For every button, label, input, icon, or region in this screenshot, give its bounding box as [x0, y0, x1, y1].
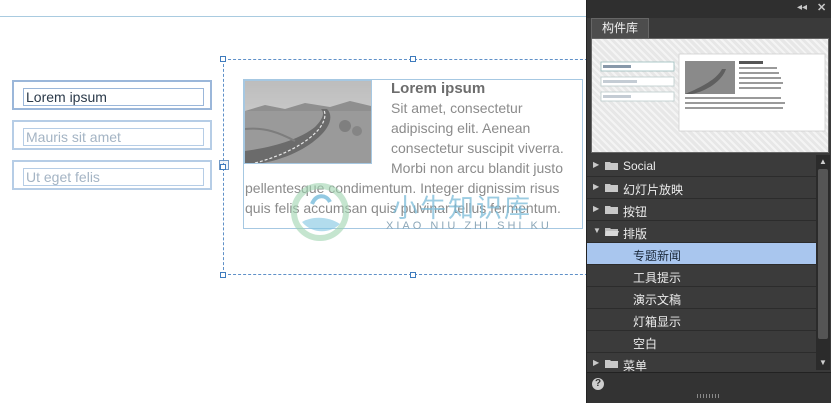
help-icon[interactable]: ?: [592, 378, 604, 390]
tree-item[interactable]: ▶ 幻灯片放映: [587, 177, 816, 199]
tree-item-label: 幻灯片放映: [623, 183, 684, 197]
tab-component-library[interactable]: 构件库: [591, 18, 649, 38]
text-field-3-value[interactable]: Ut eget felis: [23, 168, 204, 186]
watermark-subtitle: XIAO NIU ZHI SHI KU: [386, 220, 552, 232]
panel-footer: ?: [587, 372, 831, 403]
tree-item-label: 工具提示: [633, 271, 682, 285]
text-field-1[interactable]: Lorem ipsum: [12, 80, 212, 110]
component-tree: ▶ Social ▶ 幻灯片放映 ▶ 按钮 ▼ 排版 专题新闻 工具提示 演示文稿 灯箱显示 空白 ▶ 菜单: [587, 155, 816, 375]
close-icon[interactable]: ✕: [817, 1, 826, 14]
expand-arrow-icon[interactable]: ▶: [593, 160, 599, 169]
folder-icon: [605, 360, 618, 368]
folder-icon: [605, 206, 618, 214]
expand-arrow-icon[interactable]: ▶: [593, 204, 599, 213]
tree-item[interactable]: ▼ 排版: [587, 221, 816, 243]
text-field-3[interactable]: Ut eget felis: [12, 160, 212, 190]
tree-item[interactable]: 专题新闻: [587, 243, 816, 265]
text-field-1-value[interactable]: Lorem ipsum: [23, 88, 204, 106]
folder-open-icon: [605, 228, 619, 236]
resize-handle-top[interactable]: [410, 56, 416, 62]
folder-icon: [605, 184, 618, 192]
collapse-icon[interactable]: ◂◂: [797, 2, 807, 13]
tree-item[interactable]: ▶ 按钮: [587, 199, 816, 221]
scroll-thumb[interactable]: [818, 169, 828, 339]
tree-item[interactable]: 灯箱显示: [587, 309, 816, 331]
resize-handle-left[interactable]: [220, 164, 226, 170]
text-field-2[interactable]: Mauris sit amet: [12, 120, 212, 150]
tree-item-label: 排版: [623, 227, 648, 241]
component-preview: [591, 38, 829, 153]
tree-item-label: 空白: [633, 337, 658, 351]
ruler-guide-line: [0, 16, 586, 17]
tree-item-label: 演示文稿: [633, 293, 682, 307]
article-title: Lorem ipsum: [391, 80, 486, 97]
scroll-down-icon[interactable]: ▼: [819, 358, 827, 367]
expand-arrow-icon[interactable]: ▶: [593, 358, 599, 367]
expand-arrow-icon[interactable]: ▶: [593, 182, 599, 191]
panel-header-bar: ◂◂ ✕: [587, 0, 831, 18]
expand-arrow-open-icon[interactable]: ▼: [593, 226, 601, 235]
tree-scrollbar[interactable]: ▲ ▼: [816, 155, 830, 370]
scroll-up-icon[interactable]: ▲: [819, 157, 827, 166]
resize-grip-icon[interactable]: [697, 394, 719, 398]
component-library-panel: ◂◂ ✕ 构件库 ▶ Social ▶ 幻灯片放映 ▶ 按钮 ▼ 排版专题新闻工具提示演示文稿…: [586, 0, 831, 403]
resize-handle-top-left[interactable]: [220, 56, 226, 62]
folder-icon: [605, 162, 618, 170]
article-line-1: Sit amet, consectetur: [391, 100, 523, 116]
article-line-3: consectetur suscipit viverra.: [391, 140, 564, 156]
tree-item[interactable]: 空白: [587, 331, 816, 353]
resize-handle-bottom[interactable]: [410, 272, 416, 278]
road-landscape-image: [245, 81, 371, 163]
tree-item[interactable]: 工具提示: [587, 265, 816, 287]
tree-item-label: 专题新闻: [633, 249, 682, 263]
tree-item-label: Social: [623, 159, 656, 173]
tree-item-label: 灯箱显示: [633, 315, 682, 329]
tree-item-label: 按钮: [623, 205, 648, 219]
text-field-2-value[interactable]: Mauris sit amet: [23, 128, 204, 146]
tree-item[interactable]: ▶ Social: [587, 155, 816, 177]
article-photo[interactable]: [244, 80, 372, 164]
article-line-2: adipiscing elit. Aenean: [391, 120, 531, 136]
tree-item[interactable]: 演示文稿: [587, 287, 816, 309]
article-line-4: Morbi non arcu blandit justo: [391, 160, 563, 176]
preview-thumbnail: [600, 53, 826, 132]
resize-handle-bottom-left[interactable]: [220, 272, 226, 278]
